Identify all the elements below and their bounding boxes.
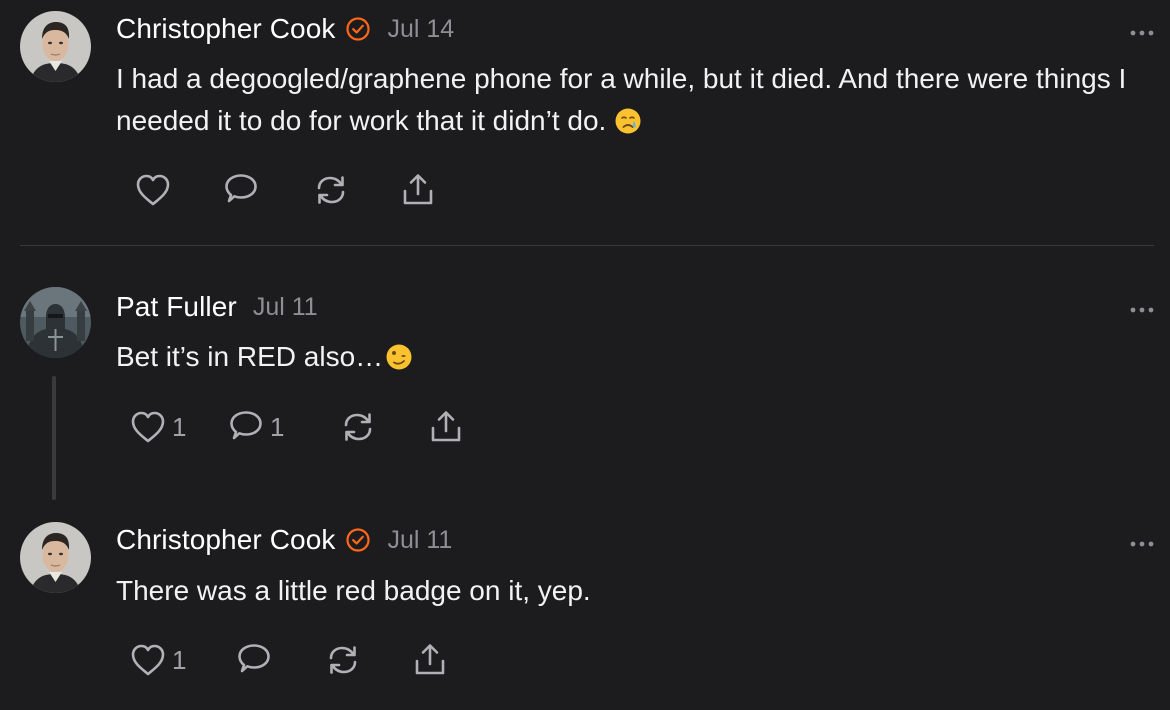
comment-header: Pat Fuller Jul 11	[116, 287, 318, 327]
heart-icon	[136, 174, 170, 206]
comment-text: Bet it’s in RED also…	[116, 341, 384, 372]
share-button[interactable]	[412, 640, 448, 680]
restack-button[interactable]	[313, 170, 349, 210]
restack-icon	[317, 176, 345, 204]
share-button[interactable]	[400, 170, 436, 210]
share-button[interactable]	[428, 407, 464, 447]
more-dots-icon[interactable]	[1128, 536, 1156, 547]
heart-icon	[131, 411, 165, 443]
crying-face-emoji	[614, 105, 642, 134]
author-name[interactable]: Pat Fuller	[116, 291, 237, 323]
restack-button[interactable]	[340, 407, 376, 447]
like-button[interactable]	[135, 170, 171, 210]
heart-icon	[131, 644, 165, 676]
restack-icon	[329, 646, 357, 674]
verified-check-icon	[345, 16, 371, 42]
comment-body: Bet it’s in RED also…	[116, 336, 1146, 378]
reply-thread-line	[52, 376, 56, 500]
comment-text: There was a little red badge on it, yep.	[116, 575, 591, 606]
restack-button[interactable]	[325, 640, 361, 680]
comment-body: I had a degoogled/graphene phone for a w…	[116, 58, 1146, 142]
like-button[interactable]: 1	[130, 407, 186, 447]
comment-date[interactable]: Jul 11	[253, 293, 318, 322]
face-with-uneven-eyes-emoji	[385, 341, 413, 370]
comment-header: Christopher Cook Jul 11	[116, 520, 452, 560]
restack-icon	[344, 413, 372, 441]
comment-date[interactable]: Jul 11	[387, 526, 452, 555]
comment-divider	[20, 245, 1154, 246]
avatar[interactable]	[20, 11, 91, 82]
comment-body: There was a little red badge on it, yep.	[116, 570, 1146, 612]
like-button[interactable]: 1	[130, 640, 186, 680]
speech-bubble-icon	[238, 644, 270, 673]
share-icon	[403, 174, 433, 205]
author-name[interactable]: Christopher Cook	[116, 524, 335, 556]
avatar[interactable]	[20, 287, 91, 358]
verified-check-icon	[345, 527, 371, 553]
share-icon	[431, 411, 461, 442]
avatar[interactable]	[20, 522, 91, 593]
reply-button[interactable]: 1	[228, 407, 284, 447]
reply-button[interactable]	[223, 170, 259, 210]
share-icon	[415, 644, 445, 675]
comment-date[interactable]: Jul 14	[387, 15, 454, 44]
more-dots-icon[interactable]	[1128, 302, 1156, 313]
comment-header: Christopher Cook Jul 14	[116, 9, 454, 49]
like-count: 1	[172, 411, 187, 442]
reply-count: 1	[270, 411, 285, 442]
speech-bubble-icon	[225, 174, 257, 203]
reply-button[interactable]	[236, 640, 272, 680]
author-name[interactable]: Christopher Cook	[116, 13, 335, 45]
like-count: 1	[172, 644, 187, 675]
more-dots-icon[interactable]	[1128, 25, 1156, 36]
speech-bubble-icon	[230, 411, 262, 440]
